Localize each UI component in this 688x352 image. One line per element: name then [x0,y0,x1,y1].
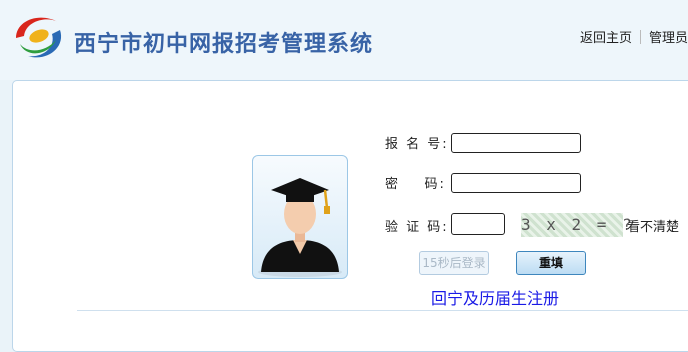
login-panel: 报 名 号: 密 码: 验 证 码: 3 x 2 = ? 看不清楚 15秒后登录… [12,80,688,352]
register-link[interactable]: 回宁及历届生注册 [431,285,559,309]
reset-button[interactable]: 重填 [516,251,586,275]
captcha-row: 验 证 码: 3 x 2 = ? 看不清楚 [385,213,688,239]
site-title: 西宁市初中网报招考管理系统 [74,32,374,57]
id-label: 报 名 号: [385,137,449,152]
admin-link[interactable]: 管理员 [649,31,688,46]
nav-separator [640,30,642,44]
button-row: 15秒后登录 重填 [385,251,605,277]
id-input[interactable] [451,133,581,153]
password-input[interactable] [451,173,581,193]
register-row: 回宁及历届生注册 [385,285,605,309]
graduate-avatar-icon [258,178,342,277]
top-nav: 返回主页 管理员 [580,27,688,46]
logo-icon [16,17,62,58]
password-label: 密 码: [385,177,446,192]
divider [77,310,688,311]
avatar [252,155,348,279]
captcha-label: 验 证 码: [385,220,449,235]
refresh-captcha-link[interactable]: 看不清楚 [627,216,679,235]
login-button[interactable]: 15秒后登录 [419,251,489,275]
home-link[interactable]: 返回主页 [580,31,632,46]
header: 西宁市初中网报招考管理系统 返回主页 管理员 [0,0,688,80]
captcha-image[interactable]: 3 x 2 = ? [521,213,632,237]
captcha-input[interactable] [451,213,505,235]
